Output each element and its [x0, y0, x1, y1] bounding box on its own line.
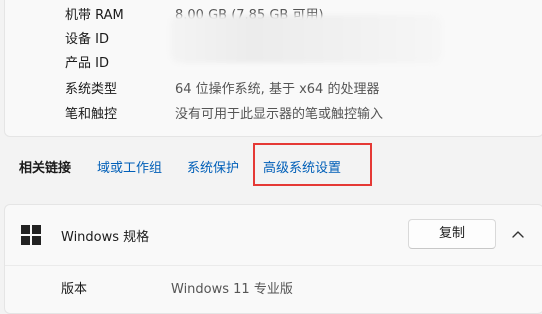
- spec-label: 产品 ID: [65, 56, 109, 71]
- copy-button[interactable]: 复制: [408, 219, 496, 249]
- spec-value: Windows 11 专业版: [171, 282, 293, 297]
- spec-row-edition: 版本 Windows 11 专业版: [61, 278, 293, 297]
- spec-label: 版本: [61, 282, 88, 297]
- link-domain-workgroup[interactable]: 域或工作组: [97, 157, 162, 176]
- spec-label: 机带 RAM: [65, 8, 124, 23]
- windows-spec-card: Windows 规格 复制 版本 Windows 11 专业版: [4, 204, 542, 314]
- windows-logo-icon: [21, 225, 41, 245]
- spec-row-pen-touch: 笔和触控 没有可用于此显示器的笔或触控输入: [65, 105, 383, 125]
- chevron-up-icon[interactable]: [509, 225, 527, 243]
- spec-row-system-type: 系统类型 64 位操作系统, 基于 x64 的处理器: [65, 80, 379, 100]
- spec-label: 笔和触控: [65, 107, 118, 122]
- spec-label: 设备 ID: [65, 32, 109, 47]
- highlight-annotation-box: [253, 143, 372, 186]
- windows-spec-header[interactable]: Windows 规格 复制: [5, 205, 542, 265]
- windows-spec-title: Windows 规格: [61, 230, 150, 245]
- spec-value: 64 位操作系统, 基于 x64 的处理器: [175, 82, 380, 97]
- spec-label: 系统类型: [65, 82, 118, 97]
- spec-value: 没有可用于此显示器的笔或触控输入: [175, 107, 384, 122]
- spec-row-device-id: 设备 ID: [65, 30, 175, 50]
- spec-row-product-id: 产品 ID: [65, 54, 175, 74]
- related-links-title: 相关链接: [19, 161, 72, 176]
- divider: [5, 265, 542, 266]
- link-system-protection[interactable]: 系统保护: [187, 157, 239, 176]
- redaction-blur: [170, 15, 442, 63]
- device-specs-card: 机带 RAM 8.00 GB (7.85 GB 可用) 设备 ID 产品 ID …: [4, 0, 542, 137]
